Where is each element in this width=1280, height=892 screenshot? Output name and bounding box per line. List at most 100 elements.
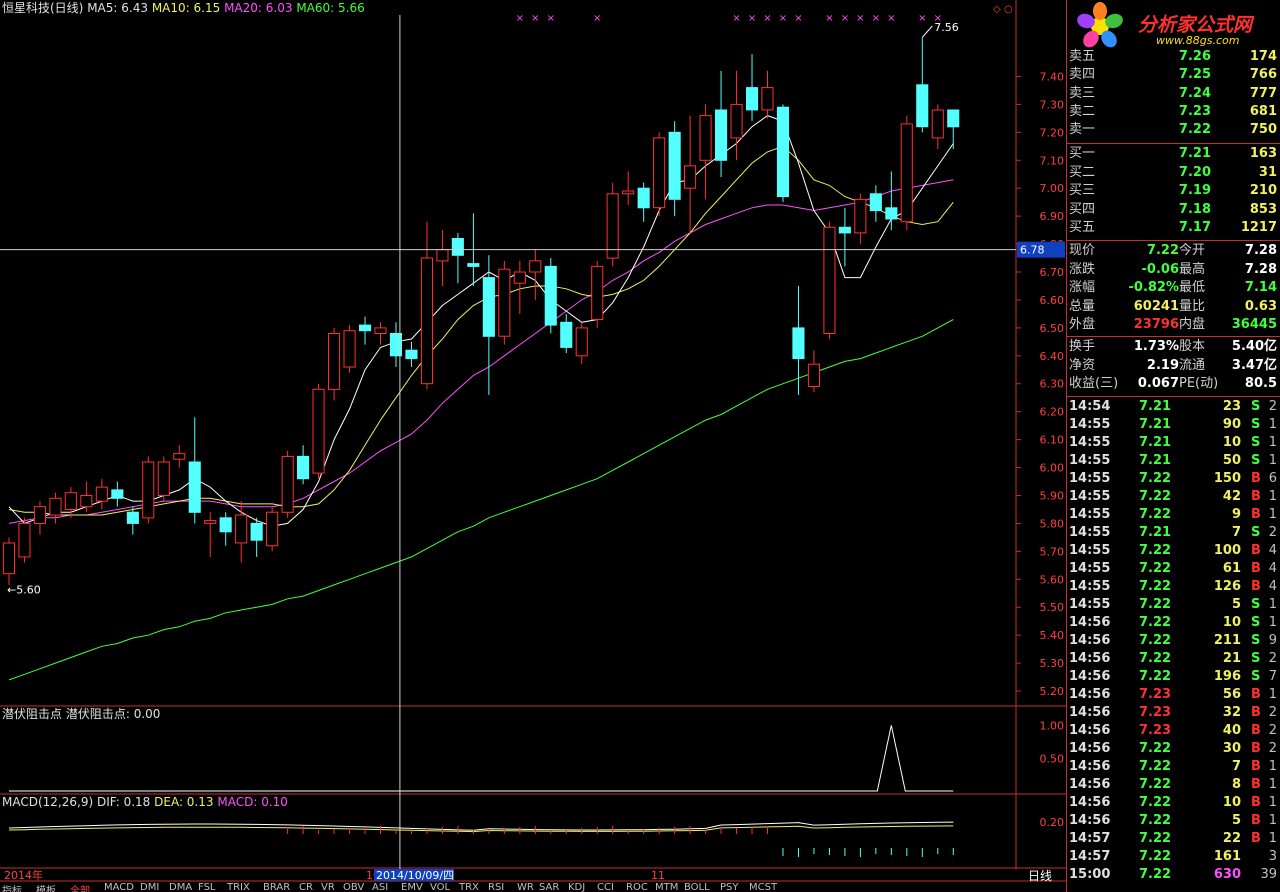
stat-label: 换手 [1069, 339, 1096, 354]
candle-body [513, 271, 526, 284]
indicator-tab[interactable]: 全部 [70, 882, 90, 892]
tick-volume: 21 [1222, 651, 1241, 666]
indicator-tab[interactable]: MACD [104, 882, 134, 892]
indicator-tab[interactable]: DMA [169, 882, 192, 892]
indicator-tab[interactable]: ROC [626, 882, 648, 892]
ma10-line [8, 145, 954, 516]
indicator-tab[interactable]: WR [517, 882, 534, 892]
tick-flag: S [1251, 453, 1261, 468]
tick-row: 14:56 7.22 196 S 7 [1069, 668, 1279, 686]
indicator-tab[interactable]: 指标 [2, 882, 22, 892]
candle-body [126, 511, 139, 524]
indicator-tab[interactable]: KDJ [568, 882, 585, 892]
ask-label: 卖五 [1069, 49, 1096, 64]
stat-row: 外盘 23796 内盘 36445 [1069, 316, 1279, 334]
tick-volume: 23 [1222, 399, 1241, 414]
indicator-tab[interactable]: ASI [372, 882, 388, 892]
top-marker: × [887, 13, 895, 24]
indicator-tab[interactable]: VR [321, 882, 335, 892]
tick-price: 7.22 [1139, 831, 1172, 846]
indicator-tab[interactable]: RSI [488, 882, 504, 892]
signal-tick: 1.00 [1040, 719, 1065, 732]
tick-row: 14:56 7.22 10 B 1 [1069, 794, 1279, 812]
tick-volume: 161 [1213, 849, 1241, 864]
stat-value-2: 36445 [1231, 317, 1277, 333]
tick-volume: 10 [1222, 435, 1241, 450]
y-tick-label: 5.70 [1040, 545, 1065, 558]
tick-time: 14:55 [1069, 453, 1111, 468]
signal-title: 潜伏阻击点 [2, 707, 63, 721]
ask-label: 卖三 [1069, 85, 1096, 101]
indicator-tab[interactable]: TRIX [227, 882, 250, 892]
indicator-tab[interactable]: BOLL [684, 882, 710, 892]
indicator-tab[interactable]: MTM [655, 882, 678, 892]
tick-price: 7.22 [1139, 741, 1172, 756]
indicator-tab[interactable]: CCI [597, 882, 614, 892]
tick-price: 7.22 [1139, 849, 1172, 864]
top-marker: × [732, 13, 740, 24]
high-label: 7.56 [934, 21, 959, 34]
tick-flag: B [1251, 561, 1261, 576]
indicator-tab[interactable]: EMV [401, 882, 423, 892]
tick-flag: B [1251, 741, 1261, 756]
indicator-tab[interactable]: PSY [720, 882, 739, 892]
ask-price: 7.23 [1178, 103, 1211, 119]
tick-flag: B [1251, 507, 1261, 522]
indicator-tab[interactable]: BRAR [263, 882, 290, 892]
y-tick-label: 5.80 [1040, 517, 1065, 530]
indicator-tab[interactable]: CR [299, 882, 313, 892]
bid-volume: 163 [1249, 146, 1277, 161]
tick-time: 14:55 [1069, 561, 1111, 576]
indicator-tab[interactable]: FSL [198, 882, 216, 892]
ask-label: 卖四 [1069, 67, 1096, 83]
y-tick-label: 6.20 [1040, 406, 1065, 419]
tick-count: 3 [1268, 849, 1277, 864]
tick-flag: B [1251, 705, 1261, 720]
stat-value-2: 7.28 [1244, 243, 1277, 258]
tick-flag: B [1251, 489, 1261, 504]
tick-time: 14:56 [1069, 795, 1111, 810]
top-marker: × [841, 13, 849, 24]
tick-count: 2 [1268, 399, 1277, 414]
bid-label: 买三 [1069, 183, 1096, 199]
ask-volume: 681 [1249, 103, 1277, 119]
tick-volume: 32 [1222, 705, 1241, 720]
candle-body [18, 522, 31, 558]
candle-body [451, 238, 464, 256]
tick-volume: 5 [1231, 813, 1241, 828]
candle-body [653, 137, 666, 209]
ask-volume: 777 [1249, 85, 1277, 101]
y-tick-label: 6.60 [1040, 294, 1065, 307]
macd-dif: DIF: 0.18 [96, 795, 151, 809]
stat-value-2: 0.63 [1244, 298, 1277, 314]
indicator-tab[interactable]: MCST [749, 882, 777, 892]
indicator-tab[interactable]: VOL [430, 882, 450, 892]
y-tick-label: 7.30 [1040, 98, 1065, 111]
tick-price: 7.21 [1139, 525, 1172, 540]
stat-label: 现价 [1069, 243, 1096, 258]
candle-body [730, 103, 743, 139]
indicator-tab[interactable]: TRX [459, 882, 479, 892]
stat-value: 60241 [1133, 298, 1179, 314]
macd-dea-line [8, 825, 954, 833]
indicator-tab[interactable]: 模板 [36, 882, 56, 892]
top-marker: × [825, 13, 833, 24]
tick-count: 2 [1268, 705, 1277, 720]
y-tick-label: 5.30 [1040, 657, 1065, 670]
indicator-tab[interactable]: DMI [140, 882, 159, 892]
stat-label-2: 最高 [1179, 261, 1206, 277]
tick-price: 7.22 [1139, 615, 1172, 630]
tick-row: 14:55 7.22 5 S 1 [1069, 596, 1279, 614]
y-tick-label: 6.30 [1040, 378, 1065, 391]
y-tick-label: 7.20 [1040, 126, 1065, 139]
tick-volume: 30 [1222, 741, 1241, 756]
kline-chart[interactable]: 7.407.307.207.107.006.906.806.706.606.50… [0, 0, 1066, 892]
stat-row: 收益(三) 0.067 PE(动) 80.5 [1069, 375, 1279, 393]
tick-row: 14:56 7.22 8 B 1 [1069, 776, 1279, 794]
tick-row: 14:56 7.23 40 B 2 [1069, 722, 1279, 740]
indicator-tab[interactable]: OBV [343, 882, 364, 892]
indicator-tab[interactable]: SAR [539, 882, 559, 892]
candle-body [823, 226, 836, 334]
tick-count: 4 [1268, 561, 1277, 576]
tick-time: 14:54 [1069, 399, 1111, 414]
